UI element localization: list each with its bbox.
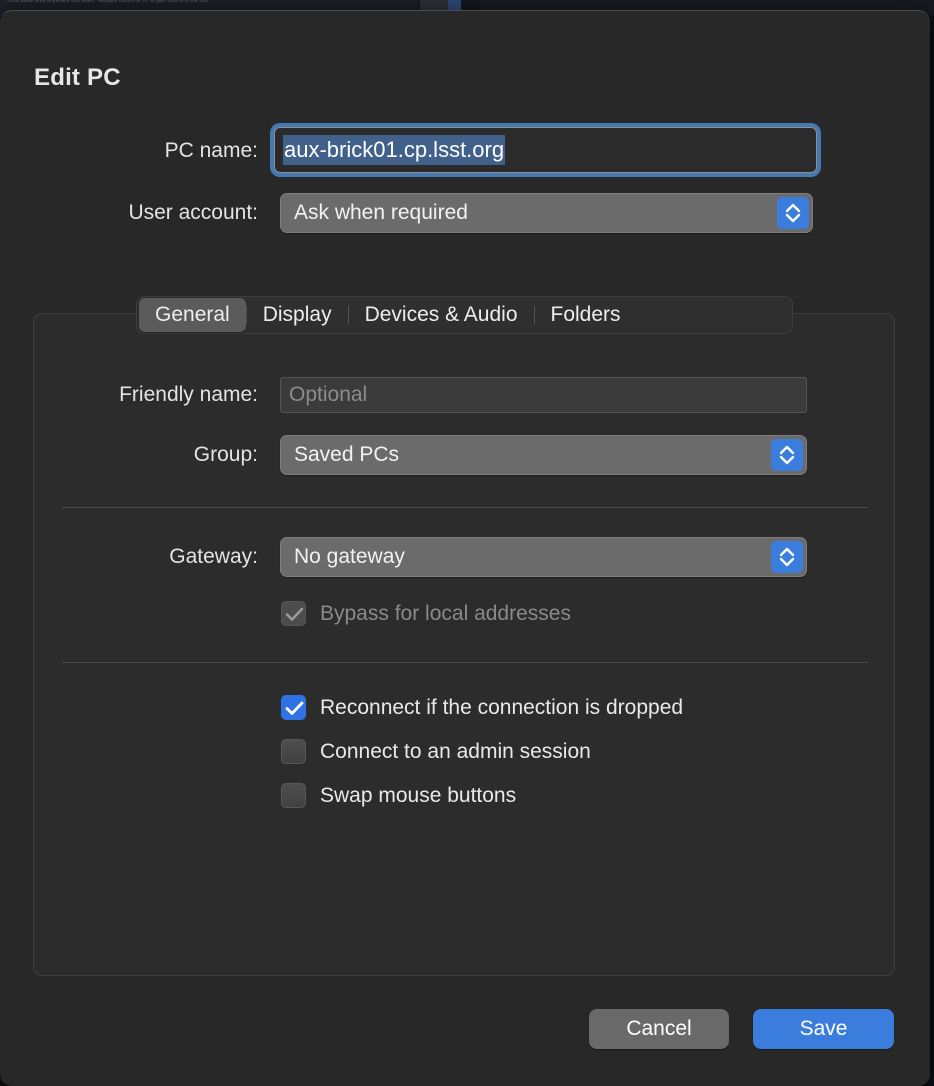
gateway-select[interactable]: No gateway bbox=[280, 537, 807, 577]
tab-general[interactable]: General bbox=[139, 298, 246, 332]
edit-pc-dialog: Edit PC PC name: aux-brick01.cp.lsst.org… bbox=[0, 10, 930, 1086]
reconnect-checkbox[interactable] bbox=[281, 695, 306, 720]
dialog-title: Edit PC bbox=[34, 64, 121, 92]
tab-display[interactable]: Display bbox=[247, 298, 348, 332]
bypass-local-addresses-checkbox bbox=[281, 601, 306, 626]
background-window-text: ...tools panel area anywhere and select … bbox=[4, 0, 209, 4]
pc-name-value: aux-brick01.cp.lsst.org bbox=[283, 135, 505, 165]
friendly-name-input[interactable]: Optional bbox=[280, 377, 807, 413]
pc-name-input[interactable]: aux-brick01.cp.lsst.org bbox=[274, 127, 817, 173]
user-account-label: User account: bbox=[0, 201, 258, 225]
panel-divider-2 bbox=[62, 662, 868, 663]
panel-divider-1 bbox=[62, 507, 868, 508]
chevron-updown-icon[interactable] bbox=[771, 541, 803, 573]
reconnect-checkbox-row[interactable]: Reconnect if the connection is dropped bbox=[281, 695, 683, 720]
bypass-local-addresses-checkbox-row: Bypass for local addresses bbox=[281, 601, 571, 626]
swap-mouse-buttons-label: Swap mouse buttons bbox=[320, 784, 516, 808]
cancel-button[interactable]: Cancel bbox=[589, 1009, 729, 1049]
pc-name-label: PC name: bbox=[0, 139, 258, 163]
friendly-name-label: Friendly name: bbox=[0, 383, 258, 407]
checkmark-icon bbox=[285, 606, 304, 623]
tab-devices-audio[interactable]: Devices & Audio bbox=[349, 298, 534, 332]
chevron-updown-icon[interactable] bbox=[777, 197, 809, 229]
admin-session-checkbox-row[interactable]: Connect to an admin session bbox=[281, 739, 591, 764]
bypass-local-addresses-label: Bypass for local addresses bbox=[320, 602, 571, 626]
swap-mouse-buttons-checkbox[interactable] bbox=[281, 783, 306, 808]
group-value: Saved PCs bbox=[294, 436, 399, 474]
user-account-select[interactable]: Ask when required bbox=[280, 193, 813, 233]
group-label: Group: bbox=[0, 443, 258, 467]
tab-folders[interactable]: Folders bbox=[535, 298, 637, 332]
admin-session-checkbox[interactable] bbox=[281, 739, 306, 764]
chevron-updown-icon[interactable] bbox=[771, 439, 803, 471]
admin-session-label: Connect to an admin session bbox=[320, 740, 591, 764]
reconnect-label: Reconnect if the connection is dropped bbox=[320, 696, 683, 720]
save-button[interactable]: Save bbox=[753, 1009, 894, 1049]
gateway-value: No gateway bbox=[294, 538, 405, 576]
user-account-value: Ask when required bbox=[294, 194, 468, 232]
friendly-name-placeholder: Optional bbox=[289, 378, 367, 412]
gateway-label: Gateway: bbox=[0, 545, 258, 569]
tab-bar: General Display Devices & Audio Folders bbox=[136, 296, 793, 334]
checkmark-icon bbox=[285, 700, 304, 717]
swap-mouse-buttons-checkbox-row[interactable]: Swap mouse buttons bbox=[281, 783, 516, 808]
group-select[interactable]: Saved PCs bbox=[280, 435, 807, 475]
